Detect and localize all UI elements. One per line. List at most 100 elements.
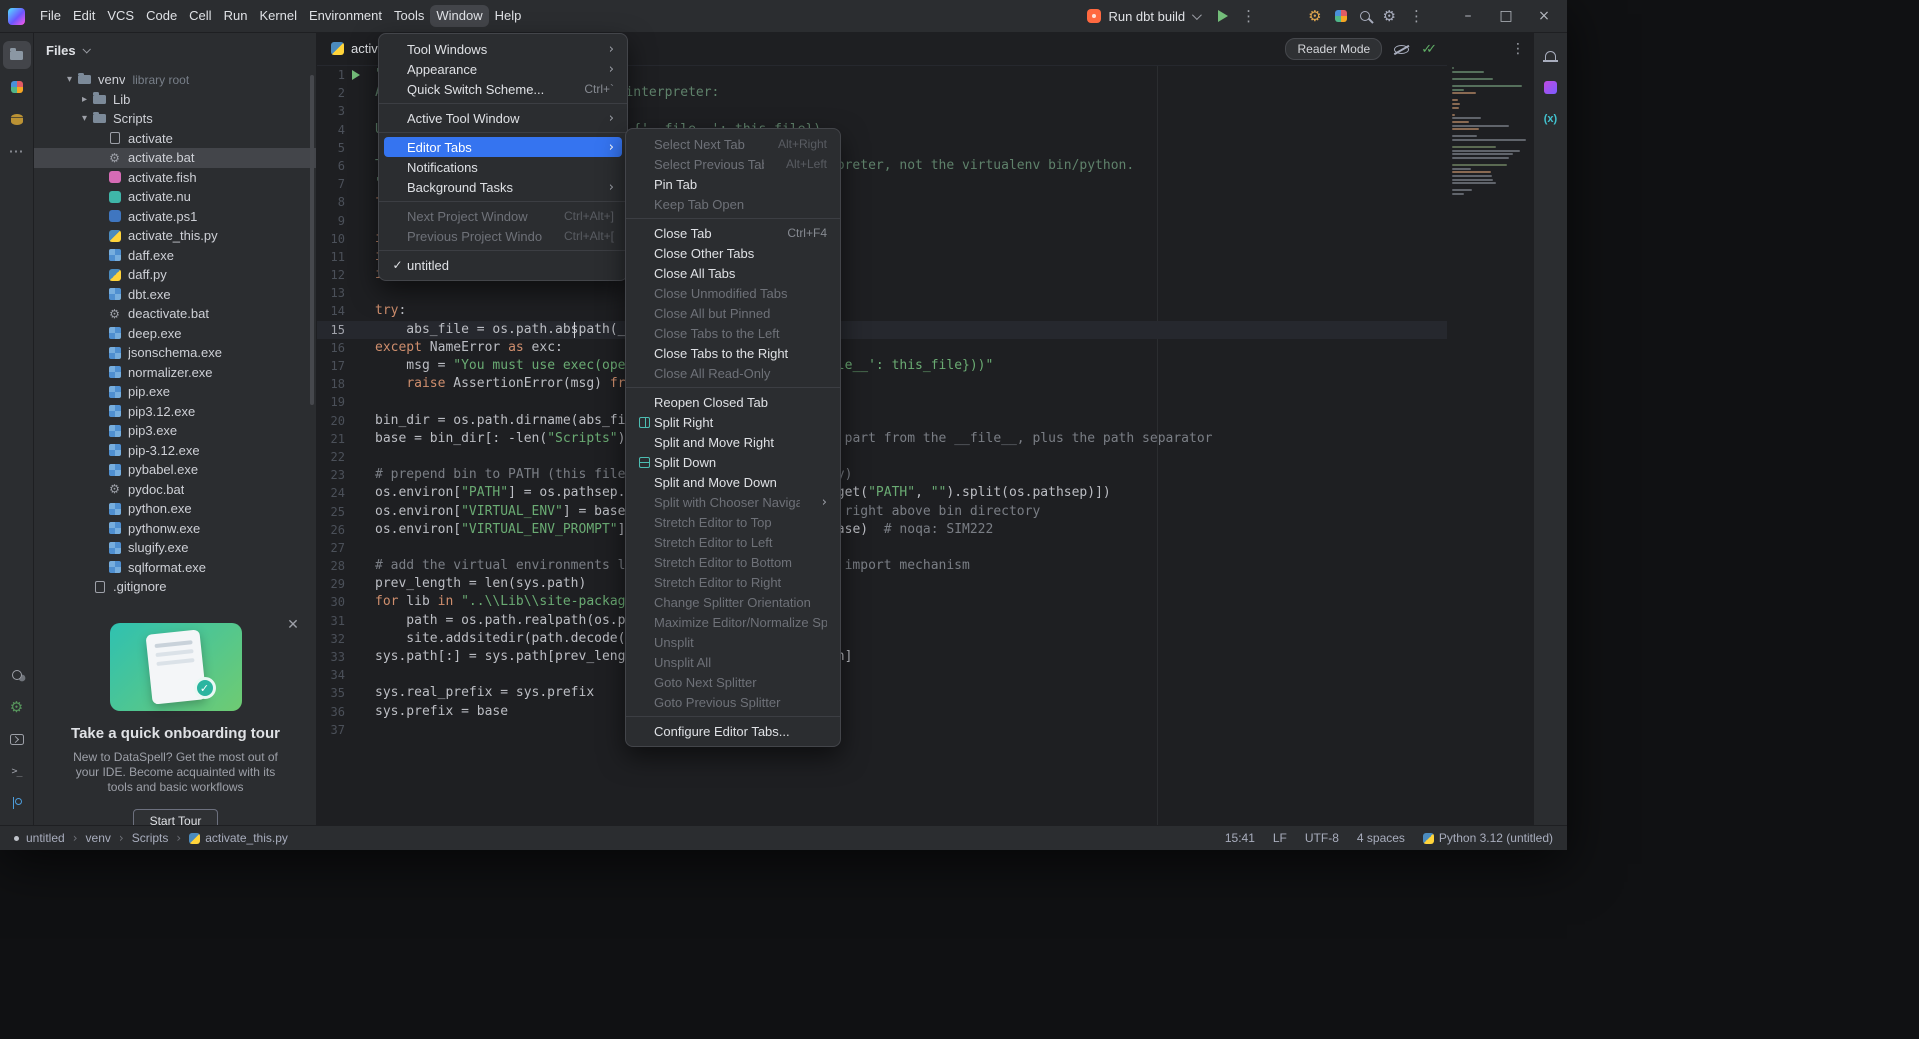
- version-control-icon[interactable]: [3, 789, 31, 817]
- notifications-icon[interactable]: [1537, 41, 1565, 69]
- code-line-27[interactable]: 27: [317, 539, 1447, 557]
- tree-item-daff-exe[interactable]: daff.exe: [34, 246, 316, 266]
- menu-item-quick-switch-scheme[interactable]: Quick Switch Scheme...Ctrl+`: [384, 79, 622, 99]
- tree-item-activate-ps1[interactable]: activate.ps1: [34, 207, 316, 227]
- code-line-20[interactable]: 20bin_dir = os.path.dirname(abs_file): [317, 412, 1447, 430]
- code-line-30[interactable]: 30for lib in "..\\Lib\\site-packages".sp…: [317, 593, 1447, 611]
- menu-item-split-right[interactable]: Split Right: [631, 412, 835, 432]
- code-line-36[interactable]: 36sys.prefix = base: [317, 703, 1447, 721]
- reader-mode-button[interactable]: Reader Mode: [1285, 38, 1382, 60]
- code-line-17[interactable]: 17 msg = "You must use exec(open(this_fi…: [317, 357, 1447, 375]
- tree-item-pydoc-bat[interactable]: ⚙pydoc.bat: [34, 480, 316, 500]
- widgets-icon[interactable]: [3, 73, 31, 101]
- menu-item-split-and-move-right[interactable]: Split and Move Right: [631, 432, 835, 452]
- more-run-actions-icon[interactable]: ⋮: [1241, 9, 1256, 24]
- menu-item-background-tasks[interactable]: Background Tasks›: [384, 177, 622, 197]
- menu-item-split-down[interactable]: Split Down: [631, 452, 835, 472]
- status-item-utf-8[interactable]: UTF-8: [1305, 831, 1339, 845]
- menubar-item-edit[interactable]: Edit: [67, 5, 101, 27]
- status-item-15-41[interactable]: 15:41: [1225, 831, 1255, 845]
- more-tools-icon[interactable]: ⋯: [3, 137, 31, 165]
- chevron-down-icon[interactable]: ▾: [77, 113, 92, 124]
- tree-item-pip3-12-exe[interactable]: pip3.12.exe: [34, 402, 316, 422]
- tree-scrollbar[interactable]: [310, 75, 314, 405]
- tree-item-activate-this-py[interactable]: activate_this.py: [34, 226, 316, 246]
- menu-item-tool-windows[interactable]: Tool Windows›: [384, 39, 622, 59]
- tools-icon[interactable]: ⚙: [1308, 9, 1321, 24]
- code-line-31[interactable]: 31 path = os.path.realpath(os.path.join(…: [317, 612, 1447, 630]
- menubar-item-run[interactable]: Run: [218, 5, 254, 27]
- menu-item-appearance[interactable]: Appearance›: [384, 59, 622, 79]
- breadcrumb-item-scripts[interactable]: Scripts: [132, 831, 169, 845]
- terminal-icon[interactable]: [3, 725, 31, 753]
- tree-item-activate-fish[interactable]: activate.fish: [34, 168, 316, 188]
- breadcrumb-item-untitled[interactable]: untitled: [14, 831, 65, 845]
- menu-item-active-tool-window[interactable]: Active Tool Window›: [384, 108, 622, 128]
- tree-item-activate-bat[interactable]: ⚙activate.bat: [34, 148, 316, 168]
- tree-item-activate-nu[interactable]: activate.nu: [34, 187, 316, 207]
- start-tour-button[interactable]: Start Tour: [133, 809, 219, 825]
- menu-item-pin-tab[interactable]: Pin Tab: [631, 174, 835, 194]
- code-line-37[interactable]: 37: [317, 721, 1447, 739]
- run-configuration-dropdown[interactable]: Run dbt build: [1081, 6, 1205, 27]
- tree-item-python-exe[interactable]: python.exe: [34, 499, 316, 519]
- files-panel-header[interactable]: Files: [34, 33, 316, 67]
- menu-item-reopen-closed-tab[interactable]: Reopen Closed Tab: [631, 392, 835, 412]
- code-line-35[interactable]: 35sys.real_prefix = sys.prefix: [317, 684, 1447, 702]
- code-line-18[interactable]: 18 raise AssertionError(msg) from exc: [317, 375, 1447, 393]
- plugins-icon[interactable]: [1335, 10, 1347, 22]
- tree-item-lib[interactable]: ▸Lib: [34, 90, 316, 110]
- menubar-item-vcs[interactable]: VCS: [101, 5, 140, 27]
- tree-item-daff-py[interactable]: daff.py: [34, 265, 316, 285]
- menubar-item-window[interactable]: Window: [430, 5, 488, 27]
- code-line-14[interactable]: 14try:: [317, 302, 1447, 320]
- sciview-icon[interactable]: [1537, 73, 1565, 101]
- code-line-34[interactable]: 34: [317, 666, 1447, 684]
- close-button[interactable]: ×: [1525, 0, 1563, 32]
- minimap[interactable]: ⋮: [1447, 33, 1533, 825]
- variables-icon[interactable]: (x): [1537, 105, 1565, 133]
- menu-item-notifications[interactable]: Notifications: [384, 157, 622, 177]
- code-line-24[interactable]: 24os.environ["PATH"] = os.pathsep.join([…: [317, 484, 1447, 502]
- menubar-item-environment[interactable]: Environment: [303, 5, 388, 27]
- tree-item-pybabel-exe[interactable]: pybabel.exe: [34, 460, 316, 480]
- code-line-15[interactable]: 15 abs_file = os.path.abspath(__file__): [317, 321, 1447, 339]
- code-line-33[interactable]: 33sys.path[:] = sys.path[prev_length:] +…: [317, 648, 1447, 666]
- menubar-item-cell[interactable]: Cell: [183, 5, 217, 27]
- tree-item-deactivate-bat[interactable]: ⚙deactivate.bat: [34, 304, 316, 324]
- code-line-23[interactable]: 23# prepend bin to PATH (this file is in…: [317, 466, 1447, 484]
- tree-item-pip3-exe[interactable]: pip3.exe: [34, 421, 316, 441]
- minimize-button[interactable]: –: [1449, 0, 1487, 32]
- code-line-25[interactable]: 25os.environ["VIRTUAL_ENV"] = base # vir…: [317, 503, 1447, 521]
- search-everywhere-icon[interactable]: [1360, 11, 1370, 21]
- code-line-26[interactable]: 26os.environ["VIRTUAL_ENV_PROMPT"] = "" …: [317, 521, 1447, 539]
- tree-item-scripts[interactable]: ▾Scripts: [34, 109, 316, 129]
- project-icon[interactable]: [3, 41, 31, 69]
- run-file-icon[interactable]: [345, 66, 375, 84]
- status-item-python-3-12-untitled[interactable]: Python 3.12 (untitled): [1423, 831, 1553, 845]
- tree-item-pythonw-exe[interactable]: pythonw.exe: [34, 519, 316, 539]
- code-line-29[interactable]: 29prev_length = len(sys.path): [317, 575, 1447, 593]
- menu-item-close-tab[interactable]: Close TabCtrl+F4: [631, 223, 835, 243]
- status-item-4-spaces[interactable]: 4 spaces: [1357, 831, 1405, 845]
- code-line-16[interactable]: 16except NameError as exc:: [317, 339, 1447, 357]
- run-button[interactable]: [1218, 10, 1228, 22]
- menu-item-close-tabs-to-the-right[interactable]: Close Tabs to the Right: [631, 343, 835, 363]
- menubar-item-code[interactable]: Code: [140, 5, 183, 27]
- maximize-button[interactable]: □: [1487, 0, 1525, 32]
- tree-item-pip-3-12-exe[interactable]: pip-3.12.exe: [34, 441, 316, 461]
- inspections-ok-icon[interactable]: ✓✓: [1421, 42, 1437, 57]
- tree-item-jsonschema-exe[interactable]: jsonschema.exe: [34, 343, 316, 363]
- tree-item-dbt-exe[interactable]: dbt.exe: [34, 285, 316, 305]
- status-item-lf[interactable]: LF: [1273, 831, 1287, 845]
- code-line-21[interactable]: 21base = bin_dir[: -len("Scripts") - 1] …: [317, 430, 1447, 448]
- eye-off-icon[interactable]: [1394, 45, 1409, 54]
- menu-item-configure-editor-tabs[interactable]: Configure Editor Tabs...: [631, 721, 835, 741]
- database-icon[interactable]: [3, 105, 31, 133]
- chevron-down-icon[interactable]: ▾: [62, 74, 77, 85]
- menubar-item-tools[interactable]: Tools: [388, 5, 430, 27]
- close-icon[interactable]: ✕: [284, 615, 302, 633]
- editor-options-icon[interactable]: ⋮: [1511, 41, 1525, 57]
- menubar-item-kernel[interactable]: Kernel: [253, 5, 303, 27]
- tree-item-sqlformat-exe[interactable]: sqlformat.exe: [34, 558, 316, 578]
